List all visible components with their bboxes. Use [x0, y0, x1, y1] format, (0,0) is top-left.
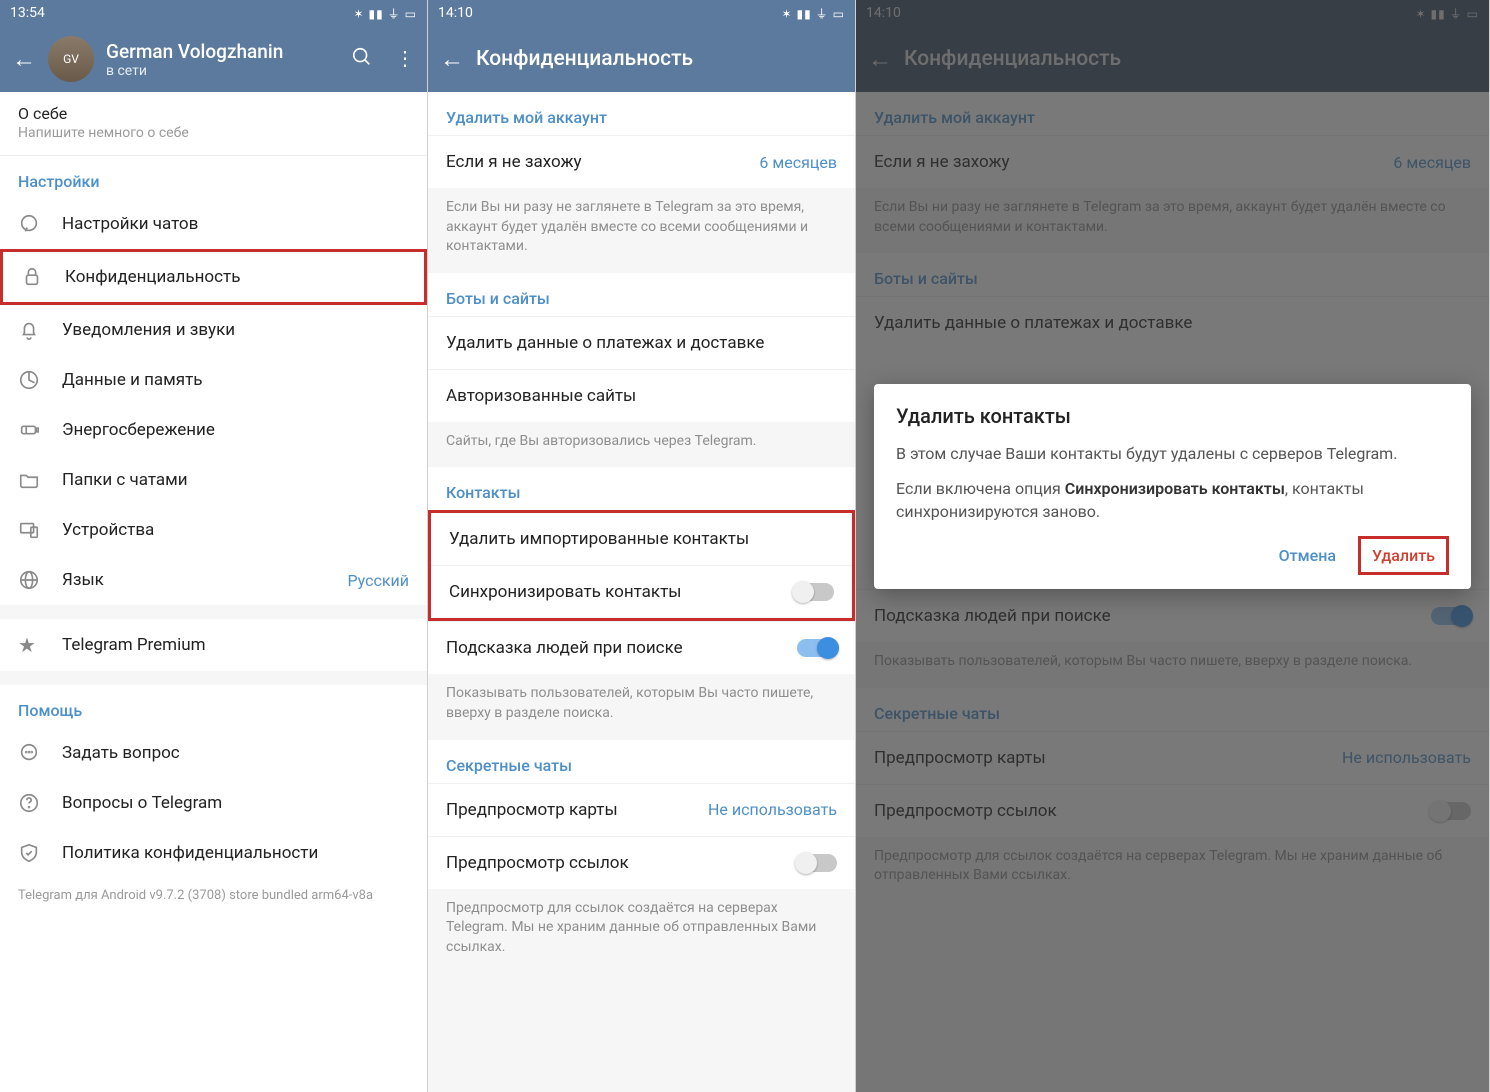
row-data[interactable]: Данные и память: [0, 355, 427, 405]
status-icons: ✶ ▮▮ ⏚ ▭: [353, 5, 417, 22]
back-icon[interactable]: ←: [12, 45, 48, 74]
row-sync-contacts[interactable]: Синхронизировать контакты: [431, 565, 852, 618]
help-icon: [18, 792, 62, 814]
more-icon[interactable]: ⋮: [395, 46, 415, 73]
user-status: в сети: [106, 63, 351, 79]
row-premium[interactable]: ★ Telegram Premium: [0, 619, 427, 671]
devices-icon: [18, 519, 62, 541]
status-bar: 13:54 ✶ ▮▮ ⏚ ▭: [0, 0, 427, 26]
row-power[interactable]: Энергосбережение: [0, 405, 427, 455]
row-if-away[interactable]: Если я не захожу 6 месяцев: [428, 135, 855, 188]
row-language[interactable]: Язык Русский: [0, 555, 427, 605]
folder-icon: [18, 469, 62, 491]
row-devices[interactable]: Устройства: [0, 505, 427, 555]
status-bar: 14:10 ✶ ▮▮ ⏚ ▭: [428, 0, 855, 26]
contacts-highlight: Удалить импортированные контакты Синхрон…: [428, 510, 855, 621]
status-time: 13:54: [10, 5, 45, 21]
page-title: Конфиденциальность: [476, 47, 843, 71]
question-chat-icon: [18, 742, 62, 764]
back-icon[interactable]: ←: [440, 45, 476, 74]
user-name: German Vologzhanin: [106, 40, 351, 63]
search-icon[interactable]: [351, 46, 373, 73]
dialog-title: Удалить контакты: [896, 404, 1449, 428]
status-icons: ✶ ▮▮ ⏚ ▭: [781, 5, 845, 22]
avatar[interactable]: GV: [48, 36, 94, 82]
suggest-toggle[interactable]: [797, 639, 837, 657]
row-chat-settings[interactable]: Настройки чатов: [0, 199, 427, 249]
shield-icon: [18, 842, 62, 864]
map-preview-value: Не использовать: [708, 800, 837, 819]
if-away-value: 6 месяцев: [759, 153, 837, 172]
sync-toggle[interactable]: [794, 583, 834, 601]
star-icon: ★: [18, 633, 62, 657]
row-notifications[interactable]: Уведомления и звуки: [0, 305, 427, 355]
section-bots: Боты и сайты: [428, 273, 855, 316]
about-section[interactable]: О себе Напишите немного о себе: [0, 92, 427, 156]
privacy-dialog-pane: 14:10 ✶ ▮▮ ⏚ ▭ ← Конфиденциальность Удал…: [856, 0, 1490, 1092]
link-desc: Предпросмотр для ссылок создаётся на сер…: [428, 889, 855, 974]
about-label: О себе: [18, 104, 409, 123]
row-auth-sites[interactable]: Авторизованные сайты: [428, 369, 855, 422]
section-settings: Настройки: [0, 156, 427, 199]
bell-icon: [18, 319, 62, 341]
row-link-preview[interactable]: Предпросмотр ссылок: [428, 836, 855, 889]
dialog-text-2: Если включена опция Синхронизировать кон…: [896, 477, 1449, 523]
battery-icon: [18, 419, 62, 441]
version-text: Telegram для Android v9.7.2 (3708) store…: [0, 878, 427, 907]
auth-desc: Сайты, где Вы авторизовались через Teleg…: [428, 422, 855, 468]
cancel-button[interactable]: Отмена: [1265, 536, 1350, 575]
row-policy[interactable]: Политика конфиденциальности: [0, 828, 427, 878]
about-hint: Напишите немного о себе: [18, 125, 409, 141]
row-map-preview[interactable]: Предпросмотр карты Не использовать: [428, 783, 855, 836]
status-time: 14:10: [438, 5, 473, 21]
delete-button[interactable]: Удалить: [1358, 536, 1449, 575]
row-faq[interactable]: Вопросы о Telegram: [0, 778, 427, 828]
suggest-desc: Показывать пользователей, которым Вы час…: [428, 674, 855, 739]
data-icon: [18, 369, 62, 391]
section-delete-account: Удалить мой аккаунт: [428, 92, 855, 135]
delete-contacts-dialog: Удалить контакты В этом случае Ваши конт…: [874, 384, 1471, 589]
language-value: Русский: [347, 571, 409, 590]
globe-icon: [18, 569, 62, 591]
page-header: ← Конфиденциальность: [428, 26, 855, 92]
section-contacts: Контакты: [428, 467, 855, 510]
profile-header: ← GV German Vologzhanin в сети ⋮: [0, 26, 427, 92]
row-folders[interactable]: Папки с чатами: [0, 455, 427, 505]
section-secret: Секретные чаты: [428, 740, 855, 783]
row-privacy[interactable]: Конфиденциальность: [0, 249, 427, 305]
settings-pane: 13:54 ✶ ▮▮ ⏚ ▭ ← GV German Vologzhanin в…: [0, 0, 428, 1092]
section-help: Помощь: [0, 685, 427, 728]
lock-icon: [21, 266, 65, 288]
row-suggest[interactable]: Подсказка людей при поиске: [428, 621, 855, 674]
row-delete-imported[interactable]: Удалить импортированные контакты: [431, 513, 852, 565]
row-delete-payment[interactable]: Удалить данные о платежах и доставке: [428, 316, 855, 369]
if-away-desc: Если Вы ни разу не заглянете в Telegram …: [428, 188, 855, 273]
dialog-text-1: В этом случае Ваши контакты будут удален…: [896, 442, 1449, 465]
link-toggle[interactable]: [797, 854, 837, 872]
chat-icon: [18, 213, 62, 235]
row-ask[interactable]: Задать вопрос: [0, 728, 427, 778]
privacy-pane: 14:10 ✶ ▮▮ ⏚ ▭ ← Конфиденциальность Удал…: [428, 0, 856, 1092]
